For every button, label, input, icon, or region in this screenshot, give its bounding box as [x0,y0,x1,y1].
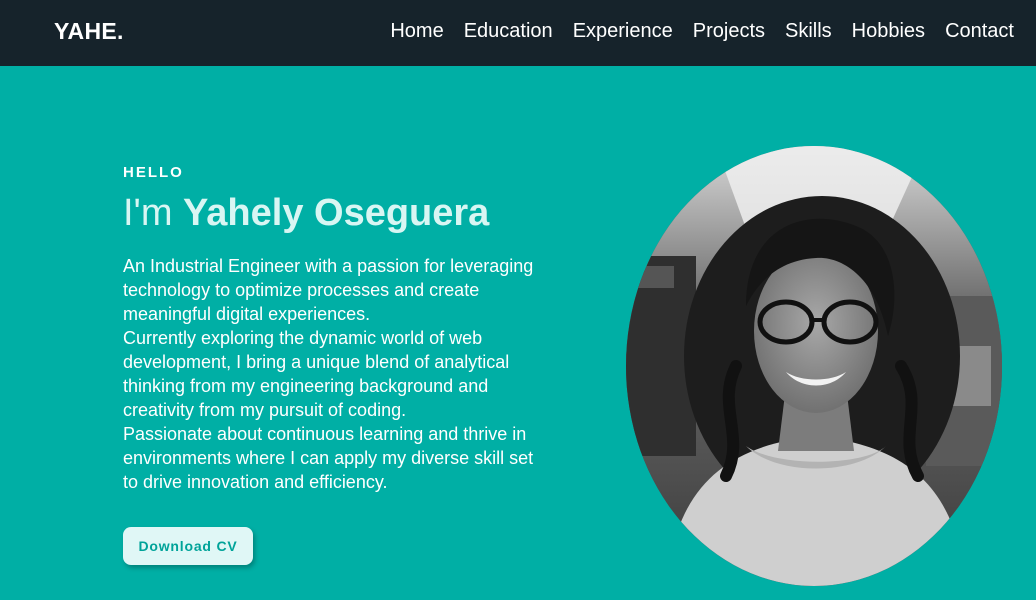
nav-link-home[interactable]: Home [390,20,443,43]
nav-link-skills[interactable]: Skills [785,20,832,43]
logo[interactable]: YAHE. [54,18,124,45]
hero-intro: An Industrial Engineer with a passion fo… [123,254,553,494]
nav-link-projects[interactable]: Projects [693,20,765,43]
hero-name: Yahely Oseguera [183,192,490,234]
hero-greeting: I'm [123,192,173,234]
hero-headline: I'm Yahely Oseguera [123,192,489,235]
intro-paragraph: An Industrial Engineer with a passion fo… [123,256,534,324]
nav-link-experience[interactable]: Experience [573,20,673,43]
profile-photo-illustration [626,146,1002,586]
main-nav: Home Education Experience Projects Skill… [370,20,1014,43]
navbar: YAHE. Home Education Experience Projects… [0,0,1036,66]
profile-photo [626,146,1002,586]
intro-paragraph: Passionate about continuous learning and… [123,424,534,492]
download-cv-button[interactable]: Download CV [123,527,253,565]
nav-link-hobbies[interactable]: Hobbies [852,20,925,43]
intro-paragraph: Currently exploring the dynamic world of… [123,328,510,420]
nav-link-education[interactable]: Education [464,20,553,43]
hero-section: HELLO I'm Yahely Oseguera An Industrial … [0,66,1036,600]
nav-link-contact[interactable]: Contact [945,20,1014,43]
hero-eyebrow: HELLO [123,164,184,181]
